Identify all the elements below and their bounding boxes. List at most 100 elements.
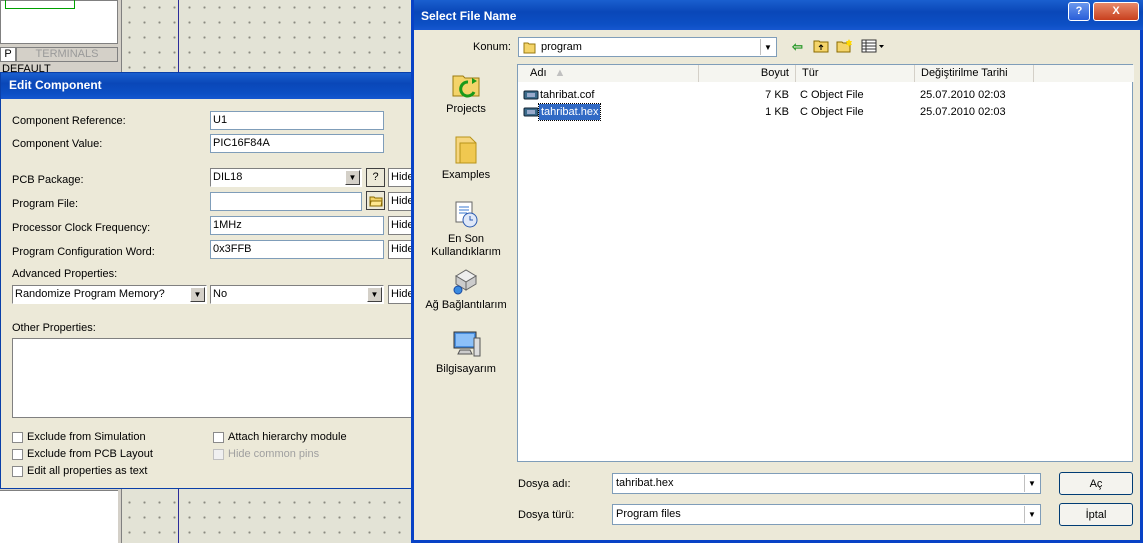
place-network[interactable]: Ağ Bağlantılarım [422,264,510,311]
location-select[interactable]: program ▼ [518,37,777,57]
filename-input[interactable]: tahribat.hex ▼ [612,473,1041,494]
other-properties-textarea[interactable] [12,338,414,418]
exclude-pcb-label: Exclude from PCB Layout [27,448,153,460]
computer-icon [453,331,481,357]
edit-all-label: Edit all properties as text [27,465,148,477]
chevron-down-icon[interactable]: ▼ [367,287,382,302]
advanced-value-text: No [213,288,228,300]
column-modified[interactable]: Değiştirilme Tarihi [915,65,1034,82]
pcb-package-value: DIL18 [213,171,243,183]
chevron-down-icon[interactable]: ▼ [1024,475,1039,492]
file-type: C Object File [800,106,864,118]
column-name-label: Adı [530,67,547,79]
file-size: 7 KB [765,89,789,101]
filename-value: tahribat.hex [616,477,674,489]
column-filler [1034,65,1134,82]
preview-pane [0,0,118,44]
help-button[interactable]: ? [1068,2,1090,21]
attach-hierarchy-label: Attach hierarchy module [228,431,347,443]
place-label: Projects [446,103,486,115]
folder-icon [455,136,477,164]
filename-label: Dosya adı: [518,478,571,490]
pcb-package-select[interactable]: DIL18 ▼ [210,168,362,187]
place-label: Examples [441,169,491,181]
component-reference-input[interactable]: U1 [210,111,384,130]
column-size[interactable]: Boyut [699,65,796,82]
config-word-label: Program Configuration Word: [12,246,155,258]
component-value-input[interactable]: PIC16F84A [210,134,384,153]
location-label: Konum: [473,41,511,53]
file-list[interactable]: Adı ▲ Boyut Tür Değiştirilme Tarihi tahri… [517,64,1134,462]
object-file-icon [523,107,539,117]
filetype-label: Dosya türü: [518,509,575,521]
file-name: tahribat.cof [540,89,595,101]
location-value: program [541,41,582,53]
folder-up-icon [813,40,829,53]
config-word-input[interactable]: 0x3FFB [210,240,384,259]
folder-icon [368,196,383,206]
file-dialog-title[interactable]: Select File Name [414,0,1143,30]
open-folder-button[interactable] [366,191,385,210]
chevron-down-icon[interactable]: ▼ [345,170,360,185]
exclude-simulation-label: Exclude from Simulation [27,431,146,443]
file-type: C Object File [800,89,864,101]
program-file-label: Program File: [12,198,79,210]
other-properties-label: Other Properties: [12,322,96,334]
tab-terminals[interactable]: TERMINALS [16,47,118,62]
advanced-value-select[interactable]: No ▼ [210,285,384,304]
exclude-pcb-checkbox[interactable] [12,449,23,460]
up-folder-button[interactable] [813,39,831,55]
file-modified: 25.07.2010 02:03 [920,106,1006,118]
object-file-icon [523,90,539,100]
file-modified: 25.07.2010 02:03 [920,89,1006,101]
sort-up-icon: ▲ [554,67,566,79]
preview-outline [5,0,75,9]
chevron-down-icon[interactable]: ▼ [760,39,775,55]
back-button[interactable]: ⇦ [792,39,808,55]
column-name[interactable]: Adı ▲ [518,65,699,82]
projects-icon [452,75,480,98]
new-folder-button[interactable] [836,39,854,55]
program-file-input[interactable] [210,192,362,211]
exclude-simulation-checkbox[interactable] [12,432,23,443]
tab-p[interactable]: P [0,47,16,62]
pcb-package-label: PCB Package: [12,174,84,186]
place-computer[interactable]: Bilgisayarım [422,328,510,375]
view-menu-icon [861,39,884,53]
clock-frequency-label: Processor Clock Frequency: [12,222,151,234]
view-menu-button[interactable] [861,39,887,55]
folder-open-icon [523,42,536,54]
place-examples[interactable]: Examples [422,134,510,181]
advanced-property-value: Randomize Program Memory? [15,288,165,300]
advanced-property-select[interactable]: Randomize Program Memory? ▼ [12,285,207,304]
place-label: En Son Kullandıklarım [431,233,501,258]
new-folder-icon [836,39,852,53]
cancel-button[interactable]: İptal [1059,503,1133,526]
column-type[interactable]: Tür [796,65,915,82]
attach-hierarchy-checkbox[interactable] [213,432,224,443]
pcb-package-help-button[interactable]: ? [366,168,385,187]
component-reference-label: Component Reference: [12,115,126,127]
edit-all-checkbox[interactable] [12,466,23,477]
place-label: Bilgisayarım [436,363,496,375]
close-button[interactable]: X [1093,2,1139,21]
file-name: tahribat.hex [537,103,602,121]
device-list[interactable] [0,490,118,543]
place-projects[interactable]: Projects [422,68,510,115]
hide-common-pins-checkbox [213,449,224,460]
edit-dialog-title[interactable]: Edit Component [1,73,414,99]
file-row-selected[interactable]: tahribat.hex 1 KB C Object File 25.07.20… [518,103,1118,121]
select-file-dialog: Select File Name ? X Konum: program ▼ ⇦ … [411,0,1143,543]
chevron-down-icon[interactable]: ▼ [190,287,205,302]
chevron-down-icon[interactable]: ▼ [1024,506,1039,523]
places-bar: Projects Examples En Son Kullandıklarım … [420,64,512,394]
clock-frequency-input[interactable]: 1MHz [210,216,384,235]
recent-documents-icon [455,201,478,228]
advanced-properties-label: Advanced Properties: [12,268,118,280]
filetype-select[interactable]: Program files ▼ [612,504,1041,525]
place-recent[interactable]: En Son Kullandıklarım [422,198,510,259]
hide-common-pins-label: Hide common pins [228,448,320,460]
file-row[interactable]: tahribat.cof 7 KB C Object File 25.07.20… [518,87,1118,103]
open-button[interactable]: Aç [1059,472,1133,495]
edit-component-dialog: Edit Component Component Reference: U1 C… [0,72,414,489]
